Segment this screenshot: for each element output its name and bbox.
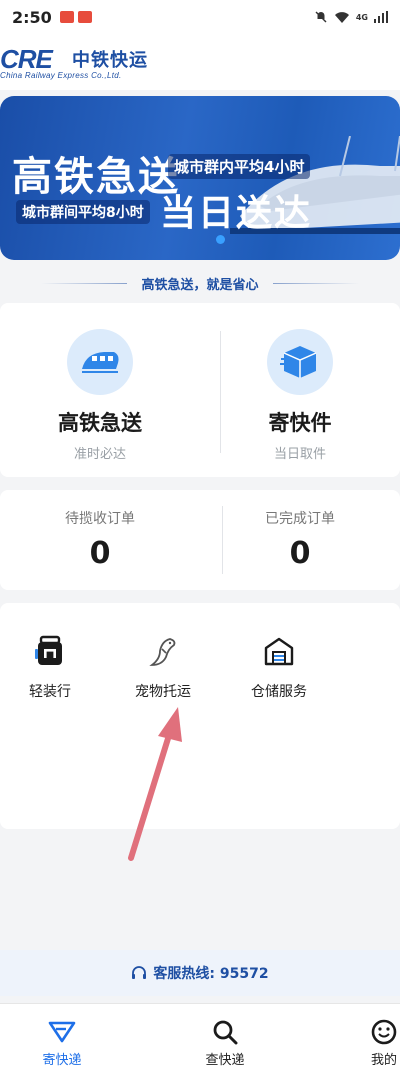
hotline-text: 客服热线: 95572 bbox=[153, 966, 269, 982]
carousel-indicator[interactable] bbox=[216, 235, 225, 244]
tool-label: 宠物托运 bbox=[135, 684, 191, 700]
service-send-package[interactable]: 寄快件 当日取件 bbox=[200, 303, 400, 477]
nav-label: 寄快递 bbox=[42, 1053, 82, 1067]
tool-warehouse[interactable]: 仓储服务 bbox=[229, 633, 329, 701]
banner-subtitle-intracity: 城市群内平均4小时 bbox=[168, 154, 311, 179]
service-cards: 高铁急送 准时必达 寄快件 当日取件 bbox=[0, 303, 400, 477]
banner-title-secondary: 当日送达 bbox=[160, 193, 313, 234]
order-summary: 待揽收订单 0 已完成订单 0 bbox=[0, 490, 400, 590]
service-title: 高铁急送 bbox=[58, 411, 142, 435]
customer-hotline[interactable]: 客服热线: 95572 bbox=[0, 950, 400, 996]
bottom-nav: 寄快递 查快递 我的 bbox=[0, 1003, 400, 1067]
order-count: 0 bbox=[89, 536, 111, 571]
promo-banner[interactable]: 高铁急送 城市群内平均4小时 城市群间平均8小时 当日送达 bbox=[0, 96, 400, 260]
service-divider bbox=[220, 331, 221, 453]
wifi-icon bbox=[334, 11, 349, 23]
signal-icon bbox=[374, 11, 388, 23]
service-title: 寄快件 bbox=[268, 411, 332, 435]
order-label: 待揽收订单 bbox=[65, 511, 135, 527]
bird-icon bbox=[145, 633, 181, 669]
status-time: 2:50 bbox=[12, 7, 52, 27]
search-icon bbox=[210, 1018, 240, 1045]
slogan-divider-left bbox=[41, 282, 128, 284]
status-bar: 2:50 4G bbox=[0, 0, 400, 34]
nav-label: 查快递 bbox=[205, 1053, 245, 1067]
nav-label: 我的 bbox=[370, 1053, 397, 1067]
nav-profile[interactable]: 我的 bbox=[344, 1004, 400, 1067]
pending-orders[interactable]: 待揽收订单 0 bbox=[0, 490, 200, 590]
app-header: CRE 中铁快运 China Railway Express Co.,Ltd. bbox=[0, 34, 400, 90]
cre-logo: CRE 中铁快运 China Railway Express Co.,Ltd. bbox=[0, 42, 160, 82]
package-icon bbox=[267, 329, 333, 395]
slogan-divider-right bbox=[272, 282, 359, 284]
completed-orders[interactable]: 已完成订单 0 bbox=[200, 490, 400, 590]
headset-icon bbox=[132, 966, 147, 979]
tool-grid: 轻装行 宠物托运 仓储服务 bbox=[0, 603, 400, 829]
tool-light-luggage[interactable]: 轻装行 bbox=[0, 633, 100, 701]
slogan-text: 高铁急送，就是省心 bbox=[141, 277, 259, 293]
order-label: 已完成订单 bbox=[265, 511, 335, 527]
service-hsr-express[interactable]: 高铁急送 准时必达 bbox=[0, 303, 200, 477]
banner-subtitle-intercity: 城市群间平均8小时 bbox=[16, 200, 150, 224]
status-indicators: 4G bbox=[314, 10, 388, 24]
service-subtitle: 当日取件 bbox=[273, 447, 326, 462]
send-icon bbox=[47, 1018, 77, 1045]
notification-icons bbox=[59, 11, 92, 23]
tool-pet-shipping[interactable]: 宠物托运 bbox=[113, 633, 213, 701]
train-icon bbox=[67, 329, 133, 395]
nav-track[interactable]: 查快递 bbox=[185, 1004, 265, 1067]
banner-title-primary: 高铁急送 bbox=[12, 154, 180, 200]
smile-icon bbox=[369, 1018, 399, 1045]
tool-label: 仓储服务 bbox=[251, 684, 307, 700]
logo-name: 中铁快运 bbox=[72, 50, 148, 71]
nav-send[interactable]: 寄快递 bbox=[22, 1004, 102, 1067]
warehouse-icon bbox=[261, 633, 297, 669]
slogan: 高铁急送，就是省心 bbox=[0, 272, 400, 294]
mute-icon bbox=[315, 11, 327, 23]
tool-label: 轻装行 bbox=[29, 684, 71, 700]
logo-english-name: China Railway Express Co.,Ltd. bbox=[0, 71, 122, 80]
order-count: 0 bbox=[289, 536, 311, 571]
service-subtitle: 准时必达 bbox=[73, 447, 126, 462]
order-divider bbox=[222, 506, 223, 574]
backpack-icon bbox=[32, 633, 68, 669]
network-label: 4G bbox=[355, 12, 368, 22]
